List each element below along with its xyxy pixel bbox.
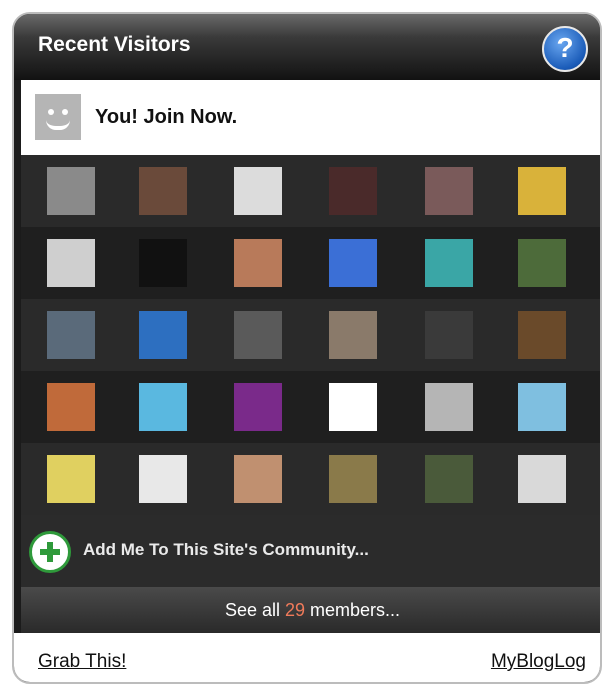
visitor-avatar[interactable] <box>139 311 187 359</box>
join-now-row[interactable]: You! Join Now. <box>21 80 600 155</box>
plus-circle-icon <box>29 531 71 573</box>
visitor-avatar[interactable] <box>425 455 473 503</box>
visitor-row <box>21 371 600 443</box>
visitor-avatar[interactable] <box>47 311 95 359</box>
question-icon[interactable]: ? <box>542 26 588 72</box>
visitor-avatar[interactable] <box>425 239 473 287</box>
see-all-suffix: members... <box>305 600 401 620</box>
visitor-row <box>21 155 600 227</box>
visitor-avatar[interactable] <box>47 383 95 431</box>
visitor-avatar[interactable] <box>234 167 282 215</box>
visitor-avatar[interactable] <box>47 455 95 503</box>
visitor-avatar[interactable] <box>329 167 377 215</box>
visitor-avatar[interactable] <box>518 167 566 215</box>
visitor-avatar[interactable] <box>234 455 282 503</box>
visitor-avatar[interactable] <box>47 167 95 215</box>
visitor-avatar[interactable] <box>47 239 95 287</box>
member-count: 29 <box>284 600 306 620</box>
visitor-avatar[interactable] <box>518 311 566 359</box>
see-all-members-button[interactable]: See all 29 members... <box>21 587 600 633</box>
visitor-avatar[interactable] <box>139 167 187 215</box>
visitor-avatar[interactable] <box>139 239 187 287</box>
visitor-avatar[interactable] <box>234 239 282 287</box>
grab-this-link[interactable]: Grab This! <box>38 651 126 673</box>
visitor-avatar[interactable] <box>329 239 377 287</box>
visitor-row <box>21 443 600 515</box>
visitor-avatar[interactable] <box>139 455 187 503</box>
visitor-avatar[interactable] <box>518 239 566 287</box>
visitor-avatar[interactable] <box>425 167 473 215</box>
visitor-avatar[interactable] <box>329 383 377 431</box>
visitor-avatar[interactable] <box>329 311 377 359</box>
add-me-label: Add Me To This Site's Community... <box>83 540 369 559</box>
widget-title: Recent Visitors <box>38 33 191 56</box>
visitor-avatar[interactable] <box>518 383 566 431</box>
visitor-avatar[interactable] <box>425 383 473 431</box>
recent-visitors-widget: Recent Visitors ? You! Join Now. Add Me … <box>12 12 602 684</box>
widget-footer: Grab This! MyBlogLog <box>14 633 600 682</box>
visitor-avatar[interactable] <box>234 311 282 359</box>
visitor-avatar[interactable] <box>139 383 187 431</box>
widget-header: Recent Visitors ? <box>14 14 600 80</box>
join-now-label: You! Join Now. <box>95 106 238 128</box>
myblog-log-link[interactable]: MyBlogLog <box>491 651 586 673</box>
visitor-row <box>21 227 600 299</box>
blank-avatar-icon <box>35 94 81 140</box>
visitor-avatar[interactable] <box>234 383 282 431</box>
visitor-avatar[interactable] <box>329 455 377 503</box>
visitor-avatar[interactable] <box>425 311 473 359</box>
add-me-row[interactable]: Add Me To This Site's Community... <box>21 515 600 587</box>
visitor-grid <box>21 155 600 515</box>
visitor-row <box>21 299 600 371</box>
see-all-prefix: See all <box>224 600 285 620</box>
visitor-avatar[interactable] <box>518 455 566 503</box>
